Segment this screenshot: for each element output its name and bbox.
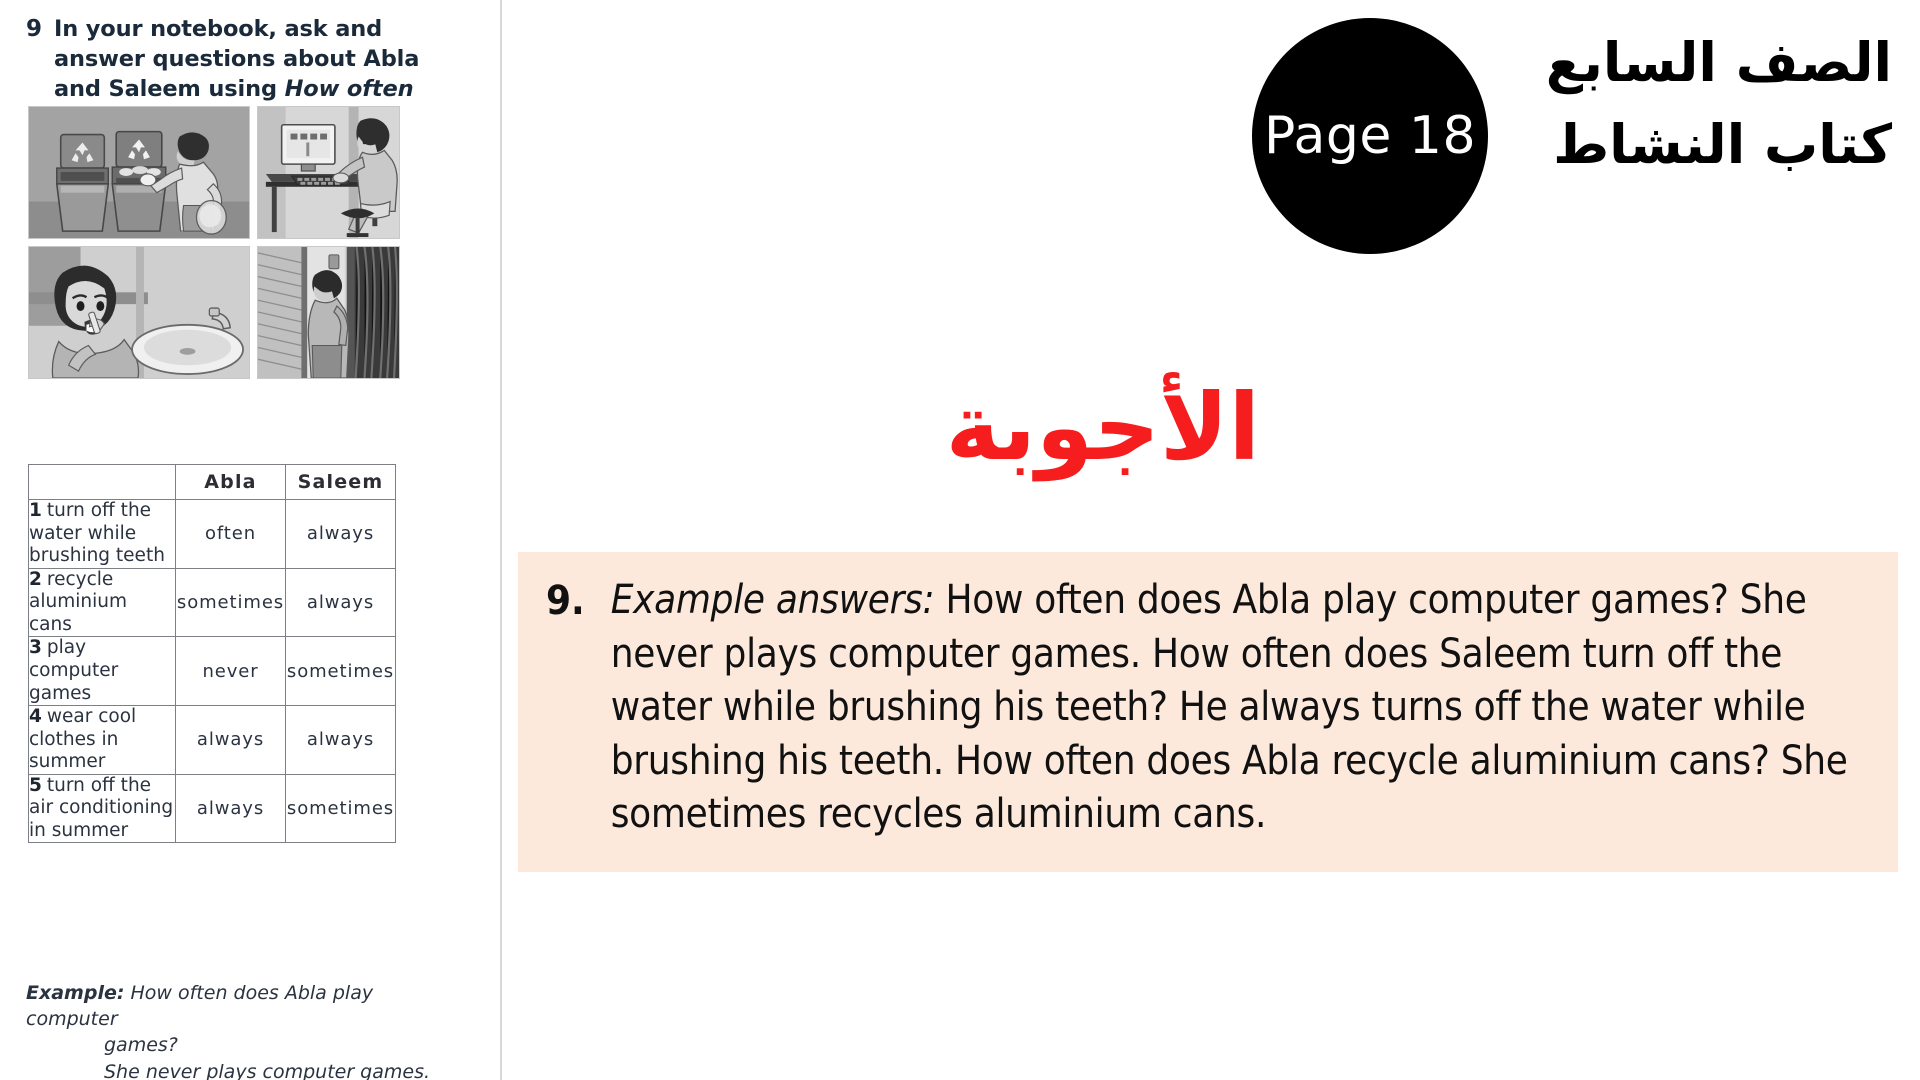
table-activity-text: wear cool clothes in summer — [29, 706, 137, 773]
example-note-line2: games? — [104, 1034, 178, 1057]
example-note-label: Example: — [26, 982, 125, 1004]
habits-table-head: Abla Saleem — [28, 464, 396, 500]
answer-text: Example answers: How often does Abla pla… — [611, 574, 1870, 842]
table-cell-activity: 3 play computer games — [28, 636, 176, 707]
table-row: 5 turn off the air conditioning in summer… — [28, 773, 396, 844]
recycling-bins-illustration — [28, 106, 250, 239]
example-note: Example: How often does Abla play comput… — [26, 980, 446, 1080]
example-note-line3: She never plays computer games. — [104, 1060, 431, 1080]
table-cell-saleem: sometimes — [285, 636, 396, 707]
illustration-row-top — [28, 106, 400, 239]
table-cell-saleem: sometimes — [285, 773, 396, 844]
table-row: 3 play computer games never sometimes — [28, 636, 396, 707]
table-activity-text: play computer games — [29, 637, 119, 704]
table-cell-abla: never — [175, 636, 286, 707]
habits-table-container: Abla Saleem 1 turn off the water while br… — [28, 464, 396, 844]
window-air-conditioning-illustration — [257, 246, 400, 379]
table-row-number: 4 — [29, 706, 42, 728]
table-cell-abla: sometimes — [175, 567, 286, 638]
arabic-book-label: كتاب النشاط — [1553, 113, 1892, 177]
answer-lead-in: Example answers: — [610, 577, 935, 623]
answer-box: 9. Example answers: How often does Abla … — [518, 552, 1898, 872]
table-row-number: 5 — [29, 774, 42, 796]
table-cell-saleem: always — [285, 705, 396, 775]
textbook-scan-panel: 9 In your notebook, ask and answer quest… — [0, 0, 500, 1080]
table-cell-activity: 1 turn off the water while brushing teeth — [28, 499, 176, 569]
table-activity-text: recycle aluminium cans — [29, 568, 127, 635]
answers-title: الأجوبة — [945, 374, 1260, 481]
arabic-header: الصف السابع كتاب النشاط — [1432, 22, 1892, 186]
table-cell-abla: always — [175, 705, 286, 775]
table-row: 2 recycle aluminium cans sometimes always — [28, 567, 396, 638]
table-activity-text: turn off the air conditioning in summer — [29, 774, 174, 841]
arabic-grade-label: الصف السابع — [1545, 31, 1892, 94]
illustration-row-bottom — [28, 246, 400, 379]
computer-desk-illustration — [257, 106, 400, 239]
habits-table-header-blank — [28, 464, 176, 500]
table-row: 4 wear cool clothes in summer always alwa… — [28, 705, 396, 775]
table-cell-abla: often — [175, 499, 286, 569]
table-row-number: 1 — [29, 500, 42, 521]
answer-number: 9. — [546, 578, 585, 624]
habits-table-body: 1 turn off the water while brushing teeth… — [28, 499, 396, 844]
table-cell-activity: 5 turn off the air conditioning in summer — [28, 773, 176, 844]
exercise-number: 9 — [26, 16, 43, 42]
brushing-teeth-illustration — [28, 246, 250, 379]
table-cell-saleem: always — [285, 567, 396, 638]
habits-table-header-saleem: Saleem — [285, 464, 396, 500]
table-cell-activity: 2 recycle aluminium cans — [28, 567, 176, 638]
table-cell-activity: 4 wear cool clothes in summer — [28, 705, 176, 775]
table-cell-abla: always — [175, 773, 286, 844]
table-row-number: 2 — [29, 568, 42, 590]
habits-table-header-abla: Abla — [175, 464, 286, 500]
answers-panel: Page 18 الصف السابع كتاب النشاط الأجوبة … — [502, 0, 1920, 1080]
worksheet-page: 9 In your notebook, ask and answer quest… — [0, 0, 1920, 1080]
habits-table-header-row: Abla Saleem — [28, 464, 396, 500]
table-row-number: 3 — [29, 637, 42, 659]
habits-table: Abla Saleem 1 turn off the water while br… — [28, 464, 396, 844]
table-cell-saleem: always — [285, 499, 396, 569]
table-activity-text: turn off the water while brushing teeth — [29, 500, 165, 567]
table-row: 1 turn off the water while brushing teeth… — [28, 499, 396, 569]
illustration-grid — [28, 106, 400, 386]
